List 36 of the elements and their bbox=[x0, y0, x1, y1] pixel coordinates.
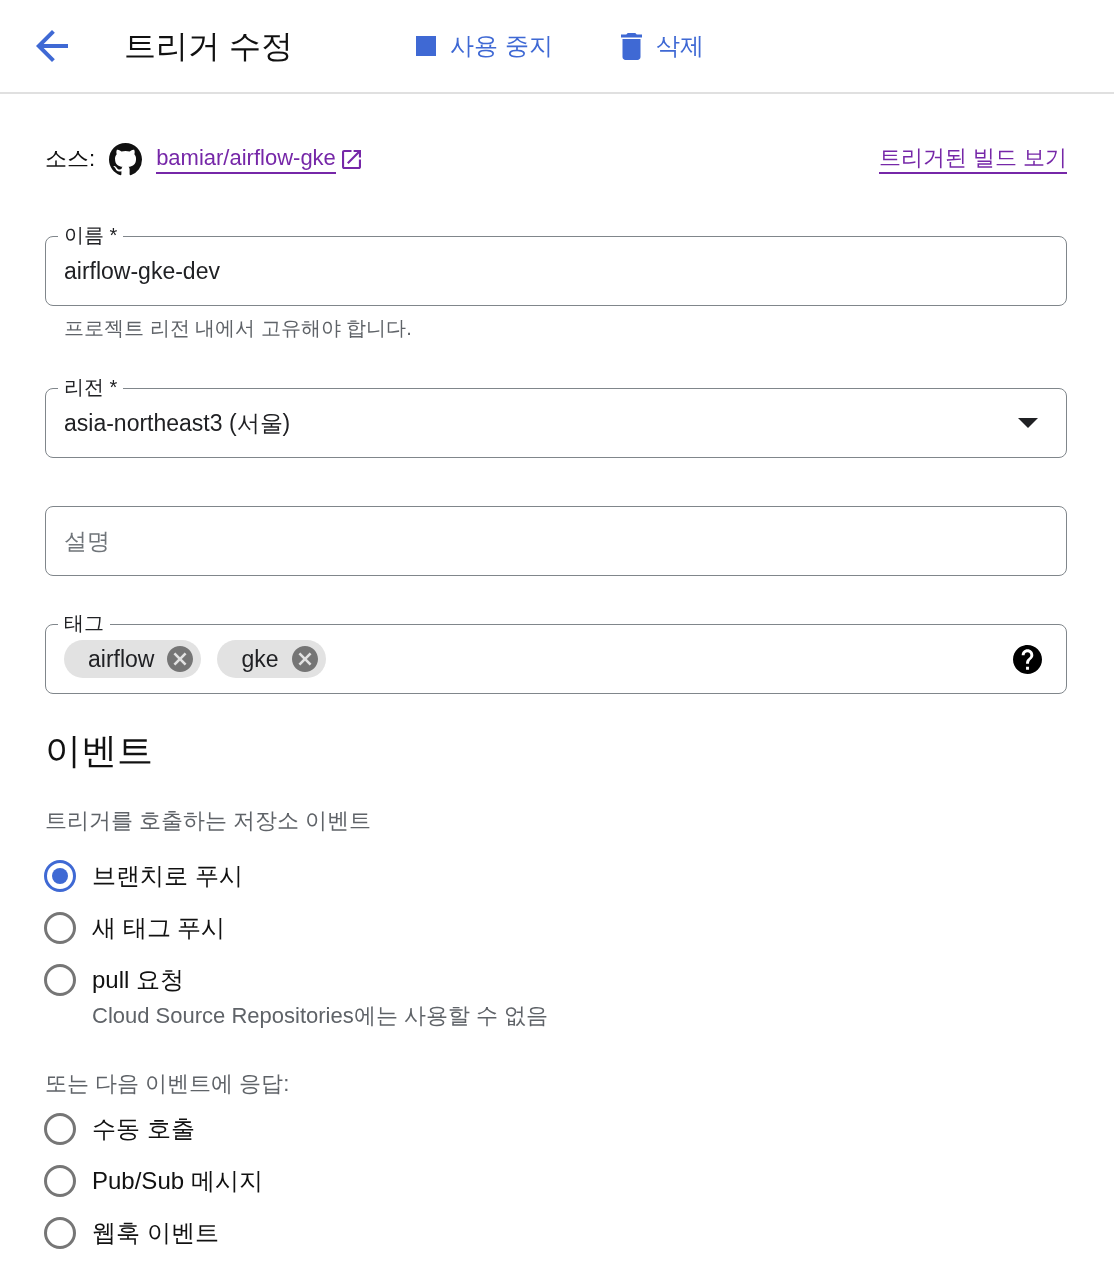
disable-button[interactable]: 사용 중지 bbox=[416, 30, 553, 62]
option-note: Cloud Source Repositories에는 사용할 수 없음 bbox=[91, 1002, 550, 1030]
radio-label[interactable]: 브랜치로 푸시 bbox=[92, 860, 243, 892]
radio-label[interactable]: Pub/Sub 메시지 bbox=[92, 1165, 263, 1197]
radio-label[interactable]: pull 요청 bbox=[92, 964, 185, 996]
helper-text: 프로젝트 리전 내에서 고유해야 합니다. bbox=[63, 316, 413, 340]
trash-icon bbox=[620, 32, 642, 60]
radio-button[interactable] bbox=[44, 912, 76, 944]
external-link-icon[interactable] bbox=[341, 149, 361, 169]
radio-button[interactable] bbox=[44, 964, 76, 996]
source-label: 소스: bbox=[45, 145, 96, 173]
back-arrow-icon bbox=[36, 30, 68, 62]
stop-square-icon bbox=[416, 36, 436, 56]
radio-label[interactable]: 웹훅 이벤트 bbox=[92, 1217, 219, 1249]
tag-chip[interactable]: gke bbox=[217, 640, 326, 678]
remove-icon[interactable] bbox=[291, 646, 318, 672]
radio-button[interactable] bbox=[44, 1217, 76, 1249]
radio-button[interactable] bbox=[44, 1165, 76, 1197]
group-caption: 트리거를 호출하는 저장소 이벤트 bbox=[45, 807, 373, 835]
view-builds-link[interactable]: 트리거된 빌드 보기 bbox=[878, 144, 1067, 174]
radio-label[interactable]: 새 태그 푸시 bbox=[92, 912, 226, 944]
section-heading: 이벤트 bbox=[45, 729, 154, 773]
text-field[interactable]: 설명 bbox=[45, 506, 1067, 576]
github-logo-icon bbox=[109, 142, 143, 176]
caret-down-icon bbox=[1018, 418, 1038, 428]
radio-button[interactable] bbox=[44, 860, 76, 892]
remove-icon[interactable] bbox=[167, 646, 194, 672]
page-title: 트리거 수정 bbox=[124, 27, 294, 66]
repository-link[interactable]: bamiar/airflow-gke bbox=[156, 144, 336, 174]
help-icon[interactable] bbox=[1013, 644, 1042, 674]
radio-label[interactable]: 수동 호출 bbox=[92, 1113, 195, 1145]
tag-chip[interactable]: airflow bbox=[64, 640, 202, 678]
back-button[interactable] bbox=[35, 29, 69, 63]
radio-button[interactable] bbox=[44, 1113, 76, 1145]
delete-button[interactable]: 삭제 bbox=[620, 30, 704, 62]
group-caption: 또는 다음 이벤트에 응답: bbox=[45, 1070, 291, 1098]
